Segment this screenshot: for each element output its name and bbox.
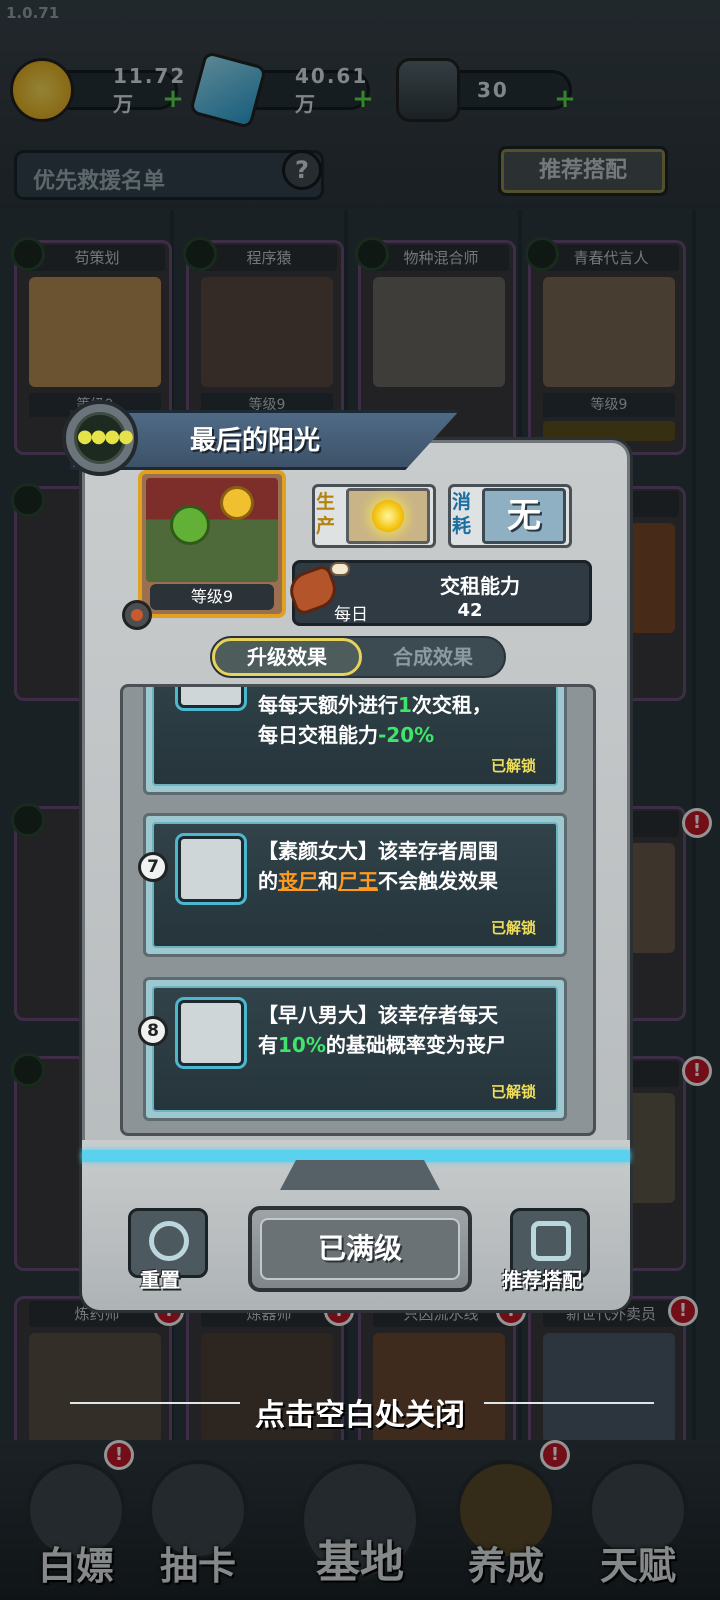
effect-line: 有 — [258, 1033, 278, 1057]
sleeping-bed-icon — [178, 1000, 244, 1066]
effect-line: 的 — [258, 869, 278, 893]
sun-icon — [372, 500, 404, 532]
effect-line: 每日交租能力 — [258, 723, 378, 747]
effect-line: 和 — [318, 869, 338, 893]
portrait-scene — [146, 478, 278, 582]
consume-value: 无 — [482, 488, 566, 544]
effect-item: 【素颜女大】该幸存者周围 的丧尸和尸王不会触发效果 已解锁 7 — [138, 813, 567, 957]
effect-item: 每每天额外进行1次交租， 每日交租能力-20% 已解锁 — [143, 687, 567, 795]
effect-text: 每每天额外进行1次交租， 每日交租能力-20% — [258, 690, 554, 750]
mushroom-icon — [178, 836, 244, 902]
recommend-icon — [531, 1221, 571, 1261]
effect-line: 次交租， — [411, 693, 492, 717]
effect-text: 【素颜女大】该幸存者周围 的丧尸和尸王不会触发效果 — [258, 836, 554, 896]
effect-status: 已解锁 — [490, 919, 536, 937]
close-hint[interactable]: 点击空白处关闭 — [0, 1390, 720, 1434]
portrait-level: 等级9 — [150, 584, 274, 610]
effect-line: 【素颜女大】该幸存者周围 — [258, 839, 498, 863]
effect-status: 已解锁 — [490, 757, 536, 775]
rent-title: 交租能力 — [440, 574, 520, 598]
effect-line: 每每天额外进行 — [258, 693, 398, 717]
effect-number: 8 — [138, 1016, 168, 1046]
effect-line: 【早八男大】该幸存者每天 — [258, 1003, 498, 1027]
effect-text: 【早八男大】该幸存者每天 有10%的基础概率变为丧尸 — [258, 1000, 554, 1060]
effects-list[interactable]: 每每天额外进行1次交租， 每日交租能力-20% 已解锁 【素颜女大】该幸存者周围… — [120, 684, 596, 1136]
meat-bone-icon — [330, 562, 350, 576]
effect-line: 不会触发效果 — [378, 869, 498, 893]
rent-daily-label: 每日 — [334, 605, 368, 625]
peashooter-icon — [170, 505, 210, 545]
effect-number: 7 — [138, 852, 168, 882]
divider-tab — [280, 1160, 440, 1190]
max-level-label: 已满级 — [260, 1218, 460, 1280]
effect-highlight: 尸王 — [338, 869, 378, 893]
effect-line: 的基础概率变为丧尸 — [325, 1033, 506, 1057]
dialog-title: 最后的阳光 — [190, 426, 321, 456]
effect-highlight: 丧尸 — [278, 869, 318, 893]
effect-item: 【早八男大】该幸存者每天 有10%的基础概率变为丧尸 已解锁 8 — [138, 977, 567, 1121]
consume-label: 消耗 — [452, 491, 472, 537]
effect-icon — [178, 687, 244, 708]
effect-highlight: -20% — [378, 723, 435, 747]
tab-upgrade-effects[interactable]: 升级效果 — [212, 638, 362, 676]
effect-highlight: 10% — [278, 1033, 326, 1057]
effect-status: 已解锁 — [490, 1083, 536, 1101]
rank-dots-icon: ●●●● — [74, 412, 134, 464]
effect-highlight: 1 — [398, 693, 412, 717]
tab-synthesis-effects[interactable]: 合成效果 — [366, 638, 500, 676]
sunflower-icon — [220, 486, 254, 520]
rent-daily-value: 42 — [457, 600, 483, 621]
max-level-button[interactable]: 已满级 — [248, 1206, 472, 1292]
portrait-badge-core — [131, 609, 143, 621]
reset-icon — [149, 1221, 189, 1261]
reset-label: 重置 — [140, 1268, 180, 1292]
produce-label: 生产 — [316, 491, 336, 537]
recommend-label: 推荐搭配 — [502, 1268, 582, 1292]
